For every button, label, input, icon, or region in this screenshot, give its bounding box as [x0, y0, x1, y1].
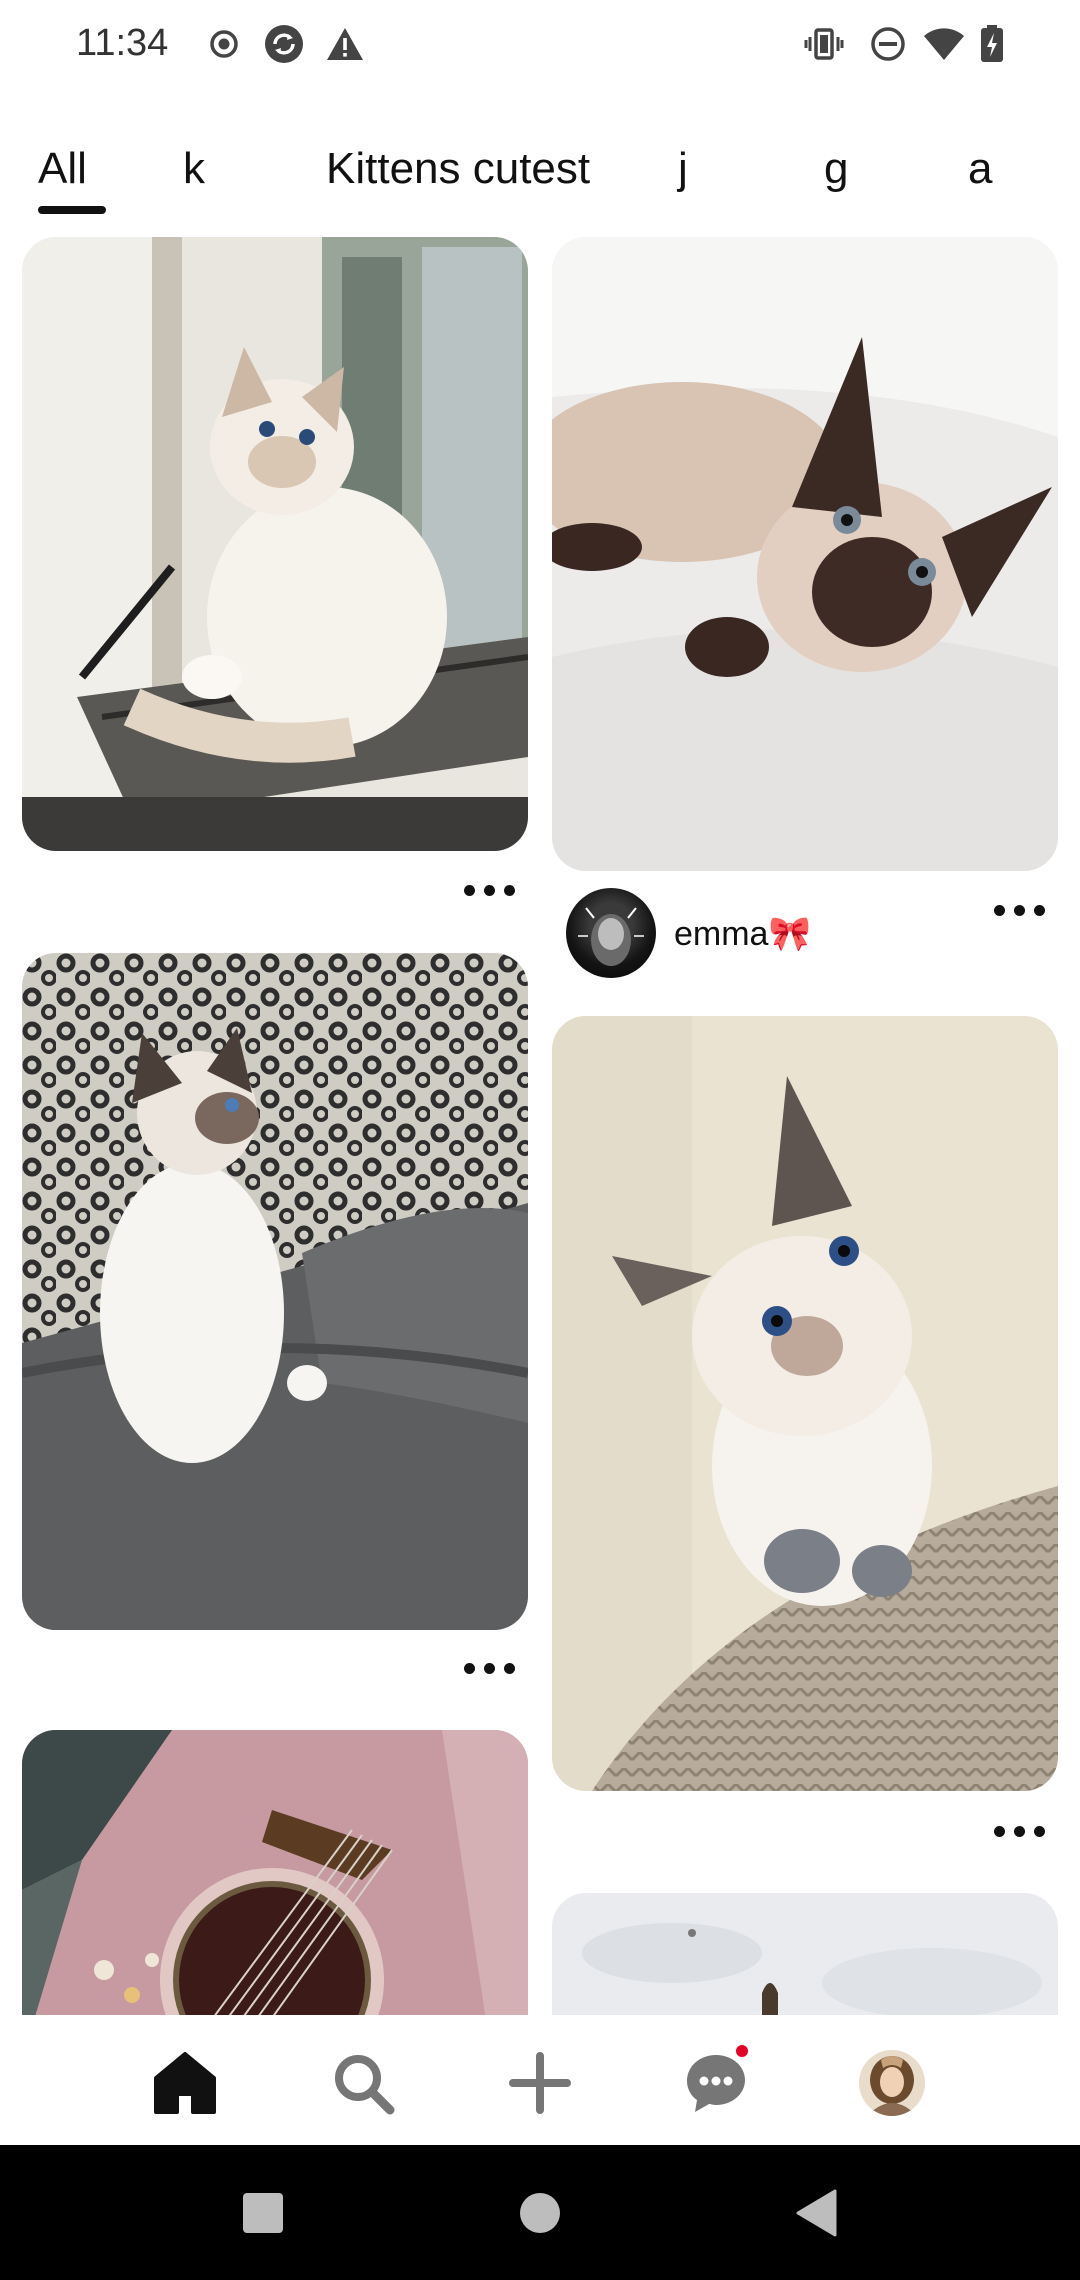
- pin-image: [22, 953, 528, 1630]
- pin-image: [552, 1016, 1058, 1791]
- nav-profile[interactable]: [854, 2045, 930, 2121]
- pin-more-options-button[interactable]: [464, 880, 516, 900]
- selected-tab-indicator: [38, 206, 106, 214]
- pin-card[interactable]: [552, 1893, 1058, 2015]
- back-triangle-icon: [796, 2189, 837, 2237]
- record-icon: [210, 30, 238, 58]
- dnd-icon: [871, 27, 905, 61]
- pin-image: [22, 1730, 528, 2015]
- nav-create[interactable]: [502, 2045, 578, 2121]
- pin-feed[interactable]: emma🎀: [0, 230, 1080, 2015]
- home-circle-icon: [520, 2193, 560, 2233]
- nav-messages[interactable]: [678, 2043, 754, 2121]
- tab-j[interactable]: j: [678, 144, 688, 194]
- system-navigation-bar: [0, 2145, 1080, 2280]
- search-icon: [335, 2055, 395, 2115]
- pin-more-options-button[interactable]: [994, 1821, 1046, 1841]
- sync-icon: [265, 25, 303, 63]
- profile-avatar: [859, 2050, 925, 2116]
- home-button[interactable]: [510, 2183, 570, 2243]
- wifi-icon: [924, 28, 964, 60]
- warning-icon: [327, 28, 363, 60]
- plus-icon: [509, 2052, 571, 2114]
- board-tabs: All k Kittens cutest j g a: [0, 130, 1080, 220]
- pin-more-options-button[interactable]: [994, 900, 1046, 920]
- tab-kittens-cutest[interactable]: Kittens cutest: [326, 144, 590, 194]
- messages-icon: [687, 2055, 745, 2112]
- tab-g[interactable]: g: [824, 144, 848, 194]
- recents-button[interactable]: [233, 2183, 293, 2243]
- pin-card[interactable]: [552, 1016, 1058, 1791]
- status-bar: 11:34: [0, 0, 1080, 90]
- creator-avatar[interactable]: [566, 888, 656, 978]
- pin-card[interactable]: [552, 237, 1058, 871]
- pin-card[interactable]: [22, 237, 528, 851]
- pin-image: [552, 1893, 1058, 2015]
- back-button[interactable]: [787, 2183, 847, 2243]
- pin-card[interactable]: [22, 953, 528, 1630]
- creator-avatar-image: [578, 907, 644, 966]
- nav-search[interactable]: [325, 2045, 401, 2121]
- tab-a[interactable]: a: [968, 144, 992, 194]
- recents-square-icon: [243, 2193, 283, 2233]
- notification-dot: [734, 2043, 750, 2059]
- pin-card[interactable]: [22, 1730, 528, 2015]
- tab-k[interactable]: k: [183, 144, 205, 194]
- pin-image: [552, 237, 1058, 871]
- battery-charging-icon: [981, 25, 1003, 62]
- vibrate-icon: [804, 28, 844, 60]
- nav-home[interactable]: [147, 2045, 223, 2121]
- pin-image: [22, 237, 528, 851]
- home-icon: [154, 2052, 216, 2114]
- creator-name[interactable]: emma🎀: [674, 914, 811, 954]
- pin-more-options-button[interactable]: [464, 1658, 516, 1678]
- status-time: 11:34: [76, 22, 169, 64]
- tab-all[interactable]: All: [38, 144, 87, 194]
- bottom-navigation: [0, 2015, 1080, 2145]
